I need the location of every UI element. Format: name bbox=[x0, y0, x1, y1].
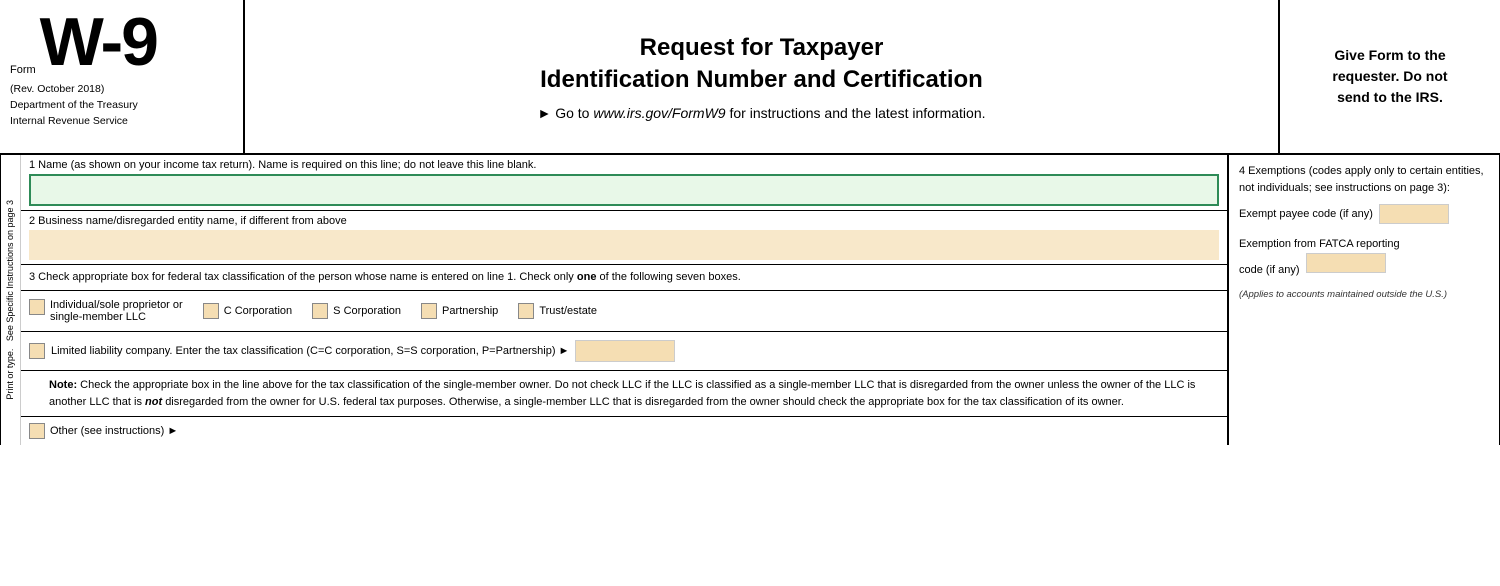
line1-input[interactable] bbox=[29, 174, 1219, 206]
section4-panel: 4 Exemptions (codes apply only to certai… bbox=[1229, 155, 1499, 445]
llc-row: Limited liability company. Enter the tax… bbox=[21, 332, 1227, 371]
section3-label: 3 Check appropriate box for federal tax … bbox=[29, 271, 574, 283]
form-label: Form bbox=[10, 64, 36, 76]
exempt-payee-row: Exempt payee code (if any) bbox=[1239, 204, 1489, 224]
line2-label: 2 Business name/disregarded entity name,… bbox=[29, 215, 1219, 227]
other-label: Other (see instructions) ► bbox=[50, 425, 178, 437]
fatca-label: Exemption from FATCA reporting code (if … bbox=[1239, 236, 1489, 278]
checkbox-trust[interactable]: Trust/estate bbox=[518, 303, 597, 319]
section3-label2: of the following seven boxes. bbox=[600, 271, 741, 283]
header-right: Give Form to the requester. Do not send … bbox=[1280, 0, 1500, 153]
other-row: Other (see instructions) ► bbox=[21, 417, 1227, 445]
checkbox-box-other[interactable] bbox=[29, 423, 45, 439]
form-main: 1 Name (as shown on your income tax retu… bbox=[21, 155, 1229, 445]
note-not: not bbox=[145, 396, 162, 408]
exempt-payee-input[interactable] bbox=[1379, 204, 1449, 224]
checkbox-individual[interactable]: Individual/sole proprietor orsingle-memb… bbox=[29, 299, 183, 323]
checkbox-label-individual: Individual/sole proprietor orsingle-memb… bbox=[50, 299, 183, 323]
checkbox-box-partnership[interactable] bbox=[421, 303, 437, 319]
side-label-text: Print or type. See Specific Instructions… bbox=[5, 200, 16, 400]
checkbox-label-trust: Trust/estate bbox=[539, 305, 597, 317]
side-label: Print or type. See Specific Instructions… bbox=[1, 155, 21, 445]
fatca-label-line2: code (if any) bbox=[1239, 264, 1300, 276]
section4-header: 4 Exemptions (codes apply only to certai… bbox=[1239, 163, 1489, 196]
line1-row: 1 Name (as shown on your income tax retu… bbox=[21, 155, 1227, 211]
checkbox-label-scorp: S Corporation bbox=[333, 305, 401, 317]
fatca-label-line2-row: code (if any) bbox=[1239, 253, 1489, 279]
checkboxes-row: Individual/sole proprietor orsingle-memb… bbox=[21, 291, 1227, 332]
checkbox-label-partnership: Partnership bbox=[442, 305, 498, 317]
form-number: W-9 bbox=[40, 8, 157, 76]
llc-label: Limited liability company. Enter the tax… bbox=[51, 345, 569, 357]
checkbox-box-individual[interactable] bbox=[29, 299, 45, 315]
line2-input[interactable] bbox=[29, 230, 1219, 260]
department: Department of the Treasury bbox=[10, 98, 233, 114]
fatca-code-input[interactable] bbox=[1306, 253, 1386, 273]
line1-label: 1 Name (as shown on your income tax retu… bbox=[29, 159, 1219, 171]
revenue-service: Internal Revenue Service bbox=[10, 114, 233, 130]
section3-one: one bbox=[577, 271, 597, 283]
checkbox-partnership[interactable]: Partnership bbox=[421, 303, 498, 319]
header-left: Form W-9 (Rev. October 2018) Department … bbox=[0, 0, 245, 153]
checkbox-box-scorp[interactable] bbox=[312, 303, 328, 319]
checkbox-box-ccorp[interactable] bbox=[203, 303, 219, 319]
w9-form: Form W-9 (Rev. October 2018) Department … bbox=[0, 0, 1500, 445]
header-left-sub: (Rev. October 2018) Department of the Tr… bbox=[10, 82, 233, 129]
note-bold: Note: bbox=[49, 379, 77, 391]
header-center: Request for Taxpayer Identification Numb… bbox=[245, 0, 1280, 153]
llc-classification-input[interactable] bbox=[575, 340, 675, 362]
form-body: Print or type. See Specific Instructions… bbox=[0, 155, 1500, 445]
give-form-text: Give Form to the requester. Do not send … bbox=[1332, 45, 1447, 108]
checkbox-box-trust[interactable] bbox=[518, 303, 534, 319]
checkbox-scorp[interactable]: S Corporation bbox=[312, 303, 401, 319]
checkbox-box-llc[interactable] bbox=[29, 343, 45, 359]
fatca-label-line1: Exemption from FATCA reporting bbox=[1239, 236, 1489, 253]
irs-link: www.irs.gov/FormW9 bbox=[593, 105, 725, 121]
rev-date: (Rev. October 2018) bbox=[10, 82, 233, 98]
checkbox-label-ccorp: C Corporation bbox=[224, 305, 292, 317]
note-row: Note: Check the appropriate box in the l… bbox=[21, 371, 1227, 417]
form-title: Request for Taxpayer Identification Numb… bbox=[265, 32, 1258, 94]
form-header: Form W-9 (Rev. October 2018) Department … bbox=[0, 0, 1500, 155]
section3-header: 3 Check appropriate box for federal tax … bbox=[21, 265, 1227, 291]
line2-row: 2 Business name/disregarded entity name,… bbox=[21, 211, 1227, 265]
form-subtitle: ► Go to www.irs.gov/FormW9 for instructi… bbox=[265, 105, 1258, 121]
applies-note: (Applies to accounts maintained outside … bbox=[1239, 288, 1489, 302]
note-text2: disregarded from the owner for U.S. fede… bbox=[165, 396, 1124, 408]
checkbox-ccorp[interactable]: C Corporation bbox=[203, 303, 292, 319]
exempt-payee-label: Exempt payee code (if any) bbox=[1239, 206, 1373, 223]
